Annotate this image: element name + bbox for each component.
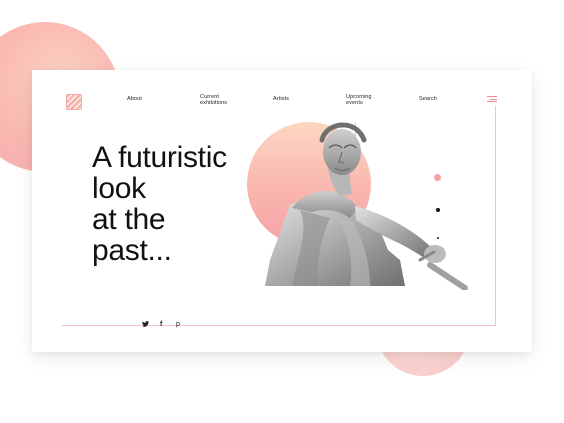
facebook-icon[interactable]: f xyxy=(160,321,162,329)
frame-line-horizontal xyxy=(62,325,495,326)
hamburger-icon[interactable] xyxy=(487,96,497,102)
page: About Current exhibitions Artists Upcomi… xyxy=(0,0,564,423)
logo-mark-icon[interactable] xyxy=(66,94,82,110)
caesar-statue-image xyxy=(265,122,468,290)
nav-item-about[interactable]: About xyxy=(127,96,142,102)
frame-line-vertical xyxy=(495,106,496,326)
pinterest-icon[interactable]: p xyxy=(176,321,180,329)
twitter-icon[interactable] xyxy=(142,321,149,330)
